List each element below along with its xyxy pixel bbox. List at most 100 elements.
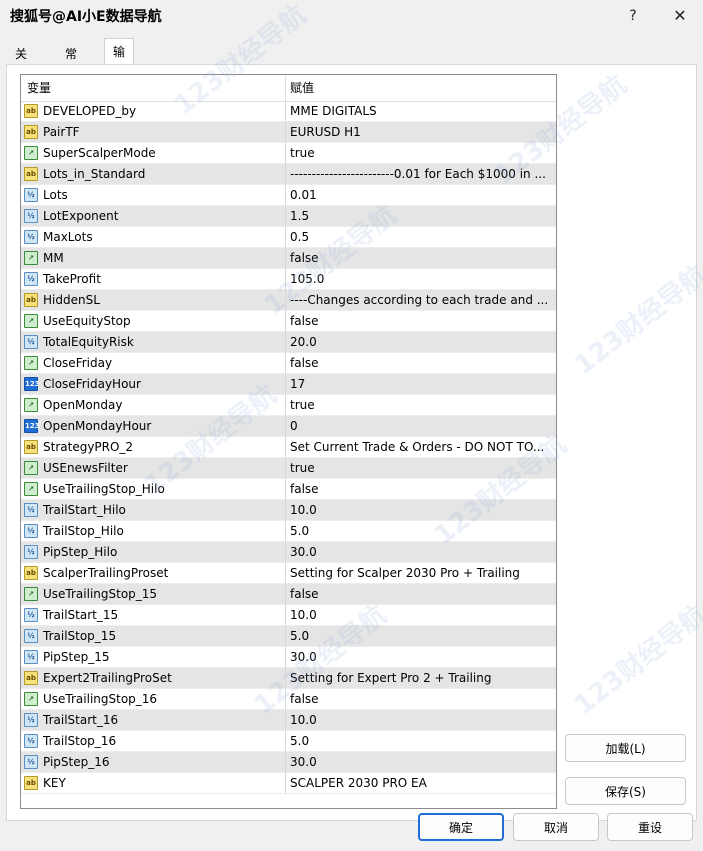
table-row[interactable]: 123 OpenMondayHour 0 (21, 416, 556, 437)
table-row[interactable]: ½ TrailStart_16 10.0 (21, 710, 556, 731)
variable-value[interactable]: 5.0 (290, 521, 552, 542)
table-row[interactable]: ½ PipStep_Hilo 30.0 (21, 542, 556, 563)
table-row[interactable]: ½ PipStep_16 30.0 (21, 752, 556, 773)
variable-value[interactable]: Set Current Trade & Orders - DO NOT TO..… (290, 437, 552, 458)
table-row[interactable]: ½ TrailStart_15 10.0 (21, 605, 556, 626)
table-row[interactable]: ½ TotalEquityRisk 20.0 (21, 332, 556, 353)
variable-value[interactable]: false (290, 479, 552, 500)
variable-value[interactable]: 17 (290, 374, 552, 395)
variable-value[interactable]: EURUSD H1 (290, 122, 552, 143)
variable-name: Lots (43, 188, 68, 202)
variable-name: TrailStop_16 (43, 734, 117, 748)
bool-type-icon: ↗ (24, 398, 38, 412)
variable-value[interactable]: 10.0 (290, 710, 552, 731)
table-row[interactable]: ↗ OpenMonday true (21, 395, 556, 416)
column-divider (285, 773, 286, 794)
variable-value[interactable]: ------------------------0.01 for Each $1… (290, 164, 552, 185)
variable-value[interactable]: 30.0 (290, 542, 552, 563)
variable-name: TrailStop_Hilo (43, 524, 124, 538)
variable-value[interactable]: false (290, 248, 552, 269)
table-row[interactable]: 123 CloseFridayHour 17 (21, 374, 556, 395)
table-row[interactable]: ↗ UseEquityStop false (21, 311, 556, 332)
table-row[interactable]: ↗ UseTrailingStop_15 false (21, 584, 556, 605)
load-button[interactable]: 加载(L) (565, 734, 686, 762)
table-row[interactable]: ½ TakeProfit 105.0 (21, 269, 556, 290)
double-type-icon: ½ (24, 734, 38, 748)
variable-value[interactable]: false (290, 689, 552, 710)
variable-value[interactable]: 0.01 (290, 185, 552, 206)
table-row[interactable]: ab Expert2TrailingProSet Setting for Exper… (21, 668, 556, 689)
column-divider (285, 521, 286, 542)
cancel-button[interactable]: 取消 (513, 813, 599, 841)
column-divider (285, 584, 286, 605)
variable-value[interactable]: 20.0 (290, 332, 552, 353)
variable-name: TrailStart_16 (43, 713, 119, 727)
table-row[interactable]: ab Lots_in_Standard ----------------------… (21, 164, 556, 185)
variable-value[interactable]: 0.5 (290, 227, 552, 248)
tab-common[interactable]: 常用 (56, 42, 86, 83)
variable-value[interactable]: Setting for Scalper 2030 Pro + Trailing (290, 563, 552, 584)
table-row[interactable]: ↗ UseTrailingStop_16 false (21, 689, 556, 710)
variable-value[interactable]: SCALPER 2030 PRO EA (290, 773, 552, 794)
column-divider (285, 185, 286, 206)
variable-value[interactable]: 1.5 (290, 206, 552, 227)
parameters-grid[interactable]: 变量 赋值 ab DEVELOPED_by MME DIGITALS ab PairTF… (20, 74, 557, 809)
table-row[interactable]: ab PairTF EURUSD H1 (21, 122, 556, 143)
variable-value[interactable]: 30.0 (290, 647, 552, 668)
table-row[interactable]: ½ PipStep_15 30.0 (21, 647, 556, 668)
variable-value[interactable]: true (290, 143, 552, 164)
table-row[interactable]: ab StrategyPRO_2 Set Current Trade & Order… (21, 437, 556, 458)
variable-name: HiddenSL (43, 293, 100, 307)
variable-value[interactable]: false (290, 584, 552, 605)
string-type-icon: ab (24, 125, 38, 139)
header-value[interactable]: 赋值 (290, 75, 314, 101)
variable-value[interactable]: MME DIGITALS (290, 101, 552, 122)
variable-value[interactable]: Setting for Expert Pro 2 + Trailing (290, 668, 552, 689)
variable-value[interactable]: 105.0 (290, 269, 552, 290)
table-row[interactable]: ↗ USEnewsFilter true (21, 458, 556, 479)
table-row[interactable]: ab DEVELOPED_by MME DIGITALS (21, 101, 556, 122)
help-button[interactable]: ? (620, 4, 646, 28)
variable-value[interactable]: 0 (290, 416, 552, 437)
tab-inputs[interactable]: 输入参数 (104, 38, 135, 140)
variable-value[interactable]: true (290, 395, 552, 416)
close-button[interactable]: ✕ (667, 4, 693, 28)
table-row[interactable]: ½ TrailStop_Hilo 5.0 (21, 521, 556, 542)
table-row[interactable]: ½ TrailStop_15 5.0 (21, 626, 556, 647)
table-row[interactable]: ½ LotExponent 1.5 (21, 206, 556, 227)
int-type-icon: 123 (24, 419, 40, 433)
variable-value[interactable]: 5.0 (290, 626, 552, 647)
variable-value[interactable]: false (290, 353, 552, 374)
column-divider (285, 710, 286, 731)
header-variable[interactable]: 变量 (27, 75, 51, 101)
variable-value[interactable]: 10.0 (290, 500, 552, 521)
variable-name: UseEquityStop (43, 314, 131, 328)
table-row[interactable]: ½ Lots 0.01 (21, 185, 556, 206)
column-divider (285, 248, 286, 269)
variable-value[interactable]: false (290, 311, 552, 332)
save-button[interactable]: 保存(S) (565, 777, 686, 805)
column-divider (285, 353, 286, 374)
table-row[interactable]: ↗ UseTrailingStop_Hilo false (21, 479, 556, 500)
variable-value[interactable]: ----Changes according to each trade and … (290, 290, 552, 311)
table-row[interactable]: ↗ CloseFriday false (21, 353, 556, 374)
column-divider (285, 206, 286, 227)
variable-value[interactable]: 5.0 (290, 731, 552, 752)
table-row[interactable]: ↗ SuperScalperMode true (21, 143, 556, 164)
reset-button[interactable]: 重设 (607, 813, 693, 841)
table-row[interactable]: ab HiddenSL ----Changes according to each … (21, 290, 556, 311)
table-row[interactable]: ½ TrailStart_Hilo 10.0 (21, 500, 556, 521)
table-row[interactable]: ab ScalperTrailingProset Setting for Scalp… (21, 563, 556, 584)
header-divider[interactable] (285, 75, 286, 101)
ok-button[interactable]: 确定 (418, 813, 504, 841)
table-row[interactable]: ab KEY SCALPER 2030 PRO EA (21, 773, 556, 794)
table-row[interactable]: ↗ MM false (21, 248, 556, 269)
variable-value[interactable]: true (290, 458, 552, 479)
variable-name: TakeProfit (43, 272, 101, 286)
table-row[interactable]: ½ MaxLots 0.5 (21, 227, 556, 248)
tab-about[interactable]: 关于 (6, 42, 36, 83)
string-type-icon: ab (24, 440, 38, 454)
variable-value[interactable]: 30.0 (290, 752, 552, 773)
variable-value[interactable]: 10.0 (290, 605, 552, 626)
table-row[interactable]: ½ TrailStop_16 5.0 (21, 731, 556, 752)
